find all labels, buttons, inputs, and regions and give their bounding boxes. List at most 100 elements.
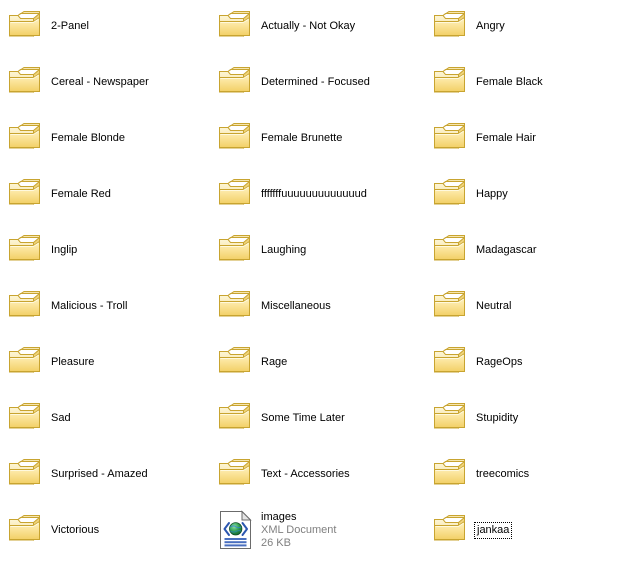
folder-icon[interactable] <box>4 116 48 160</box>
folder-item[interactable]: jankaa <box>429 506 629 554</box>
folder-icon[interactable] <box>214 228 258 272</box>
item-text-block: Female Hair <box>473 132 536 145</box>
item-text-block: Malicious - Troll <box>48 300 127 313</box>
folder-item[interactable]: Some Time Later <box>214 394 414 442</box>
item-text-block: Female Black <box>473 76 543 89</box>
folder-item[interactable]: treecomics <box>429 450 629 498</box>
folder-item[interactable]: Neutral <box>429 282 629 330</box>
item-name-label: Actually - Not Okay <box>261 19 356 32</box>
folder-icon[interactable] <box>214 4 258 48</box>
folder-item[interactable]: Rage <box>214 338 414 386</box>
folder-item[interactable]: Stupidity <box>429 394 629 442</box>
folder-icon[interactable] <box>214 340 258 384</box>
folder-icon[interactable] <box>429 452 473 496</box>
folder-icon[interactable] <box>4 60 48 104</box>
item-name-label: Determined - Focused <box>261 75 370 88</box>
folder-icon-graphic <box>434 291 465 317</box>
folder-icon[interactable] <box>214 172 258 216</box>
folder-icon[interactable] <box>429 396 473 440</box>
item-text-block: Text - Accessories <box>258 468 350 481</box>
folder-icon-graphic <box>219 179 250 205</box>
folder-icon-graphic <box>434 459 465 485</box>
folder-icon-graphic <box>434 123 465 149</box>
item-name-label: Victorious <box>51 523 100 536</box>
folder-item[interactable]: Cereal - Newspaper <box>4 58 204 106</box>
folder-icon[interactable] <box>214 452 258 496</box>
folder-item[interactable]: Female Brunette <box>214 114 414 162</box>
folder-icon-graphic <box>434 347 465 373</box>
folder-icon[interactable] <box>4 172 48 216</box>
xml-document-icon[interactable] <box>214 508 258 552</box>
item-text-block: Rage <box>258 356 287 369</box>
item-text-block: Madagascar <box>473 244 537 257</box>
folder-item[interactable]: Happy <box>429 170 629 218</box>
folder-icon[interactable] <box>214 396 258 440</box>
folder-icon[interactable] <box>429 228 473 272</box>
folder-item[interactable]: Pleasure <box>4 338 204 386</box>
item-text-block: Female Brunette <box>258 132 342 145</box>
folder-icon[interactable] <box>214 284 258 328</box>
folder-icon[interactable] <box>429 340 473 384</box>
folder-icon-graphic <box>219 11 250 37</box>
folder-icon-graphic <box>219 235 250 261</box>
folder-item[interactable]: Angry <box>429 2 629 50</box>
folder-icon[interactable] <box>429 116 473 160</box>
file-item[interactable]: images XML Document 26 KB <box>214 506 414 554</box>
folder-icon[interactable] <box>4 284 48 328</box>
folder-icon[interactable] <box>4 396 48 440</box>
folder-item[interactable]: Laughing <box>214 226 414 274</box>
item-text-block: Laughing <box>258 244 306 257</box>
folder-icon-graphic <box>434 11 465 37</box>
folder-item[interactable]: Female Blonde <box>4 114 204 162</box>
folder-icon[interactable] <box>4 340 48 384</box>
folder-item[interactable]: Female Black <box>429 58 629 106</box>
item-type-label: XML Document <box>261 523 337 536</box>
item-text-block: Victorious <box>48 524 99 537</box>
folder-item[interactable]: Determined - Focused <box>214 58 414 106</box>
folder-icon[interactable] <box>214 60 258 104</box>
folder-icon-graphic <box>434 67 465 93</box>
folder-icon[interactable] <box>4 228 48 272</box>
item-name-label: Female Red <box>51 187 111 200</box>
folder-icon[interactable] <box>4 4 48 48</box>
folder-icon-graphic <box>219 291 250 317</box>
folder-icon[interactable] <box>429 508 473 552</box>
folder-item[interactable]: 2-Panel <box>4 2 204 50</box>
folder-icon[interactable] <box>429 284 473 328</box>
folder-item[interactable]: fffffffuuuuuuuuuuuuud <box>214 170 414 218</box>
item-text-block: Surprised - Amazed <box>48 468 148 481</box>
folder-icon[interactable] <box>429 172 473 216</box>
item-text-block: Happy <box>473 188 508 201</box>
item-text-block: Actually - Not Okay <box>258 20 355 33</box>
folder-item[interactable]: Female Red <box>4 170 204 218</box>
folder-item[interactable]: Text - Accessories <box>214 450 414 498</box>
xml-document-icon-graphic <box>220 510 252 549</box>
folder-icon[interactable] <box>429 4 473 48</box>
folder-item[interactable]: Miscellaneous <box>214 282 414 330</box>
folder-item[interactable]: Female Hair <box>429 114 629 162</box>
folder-icon-graphic <box>219 67 250 93</box>
item-name-label: Female Brunette <box>261 131 343 144</box>
folder-icon[interactable] <box>214 116 258 160</box>
folder-item[interactable]: Sad <box>4 394 204 442</box>
item-text-block: Neutral <box>473 300 511 313</box>
folder-item[interactable]: Inglip <box>4 226 204 274</box>
folder-item[interactable]: Actually - Not Okay <box>214 2 414 50</box>
item-text-block: Pleasure <box>48 356 94 369</box>
item-name-label: Text - Accessories <box>261 467 350 480</box>
folder-icon[interactable] <box>4 508 48 552</box>
item-name-label: Some Time Later <box>261 411 345 424</box>
folder-item[interactable]: Victorious <box>4 506 204 554</box>
folder-item[interactable]: Surprised - Amazed <box>4 450 204 498</box>
folder-icon[interactable] <box>429 60 473 104</box>
folder-item[interactable]: Madagascar <box>429 226 629 274</box>
folder-item[interactable]: Malicious - Troll <box>4 282 204 330</box>
folder-icon[interactable] <box>4 452 48 496</box>
item-name-label: Female Blonde <box>51 131 125 144</box>
folder-icon-graphic <box>434 179 465 205</box>
item-name-label: jankaa <box>473 521 513 539</box>
folder-item[interactable]: RageOps <box>429 338 629 386</box>
item-name-label: treecomics <box>476 467 530 480</box>
item-name-label: images <box>261 510 297 523</box>
item-text-block: Cereal - Newspaper <box>48 76 149 89</box>
